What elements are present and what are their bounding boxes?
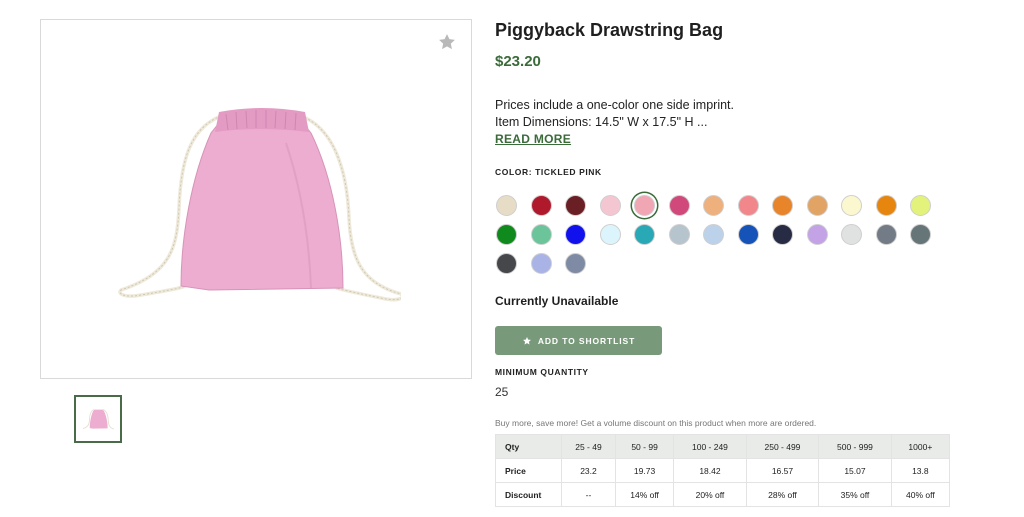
color-swatch[interactable] <box>737 195 759 216</box>
table-cell: 16.57 <box>745 458 820 483</box>
color-swatch[interactable] <box>496 224 517 245</box>
table-header-cell: 500 - 999 <box>818 434 892 459</box>
table-header-cell: 250 - 499 <box>745 434 820 459</box>
color-swatch[interactable] <box>703 195 724 216</box>
table-row: Discount -- 14% off 20% off 28% off 35% … <box>495 482 951 507</box>
favorite-star-icon[interactable] <box>437 32 457 52</box>
table-cell: 19.73 <box>614 458 675 483</box>
minimum-quantity-label: MINIMUM QUANTITY <box>495 367 589 377</box>
table-header-cell: 1000+ <box>890 434 951 459</box>
table-cell: 28% off <box>745 482 820 507</box>
table-cell: 14% off <box>614 482 675 507</box>
color-swatch[interactable] <box>910 224 931 245</box>
color-swatch[interactable] <box>910 195 931 216</box>
description-line: Item Dimensions: 14.5" W x 17.5" H ... <box>495 115 708 129</box>
table-header-row: Qty 25 - 49 50 - 99 100 - 249 250 - 499 … <box>495 434 951 459</box>
product-image-gallery <box>40 19 472 379</box>
color-swatch[interactable] <box>772 195 793 216</box>
table-header-cell: 100 - 249 <box>673 434 747 459</box>
color-swatch[interactable] <box>668 224 690 245</box>
color-swatch[interactable] <box>530 195 552 216</box>
table-cell: 18.42 <box>673 458 747 483</box>
color-swatch[interactable] <box>772 224 793 245</box>
description-line: Prices include a one-color one side impr… <box>495 98 735 112</box>
star-icon <box>522 336 531 345</box>
volume-discount-note: Buy more, save more! Get a volume discou… <box>495 418 817 428</box>
product-thumbnail[interactable] <box>74 395 122 443</box>
table-cell: 13.8 <box>890 458 951 483</box>
color-swatch[interactable] <box>737 224 759 245</box>
table-cell: 20% off <box>673 482 747 507</box>
table-cell: -- <box>561 482 616 507</box>
product-description: Prices include a one-color one side impr… <box>495 97 734 131</box>
color-swatch[interactable] <box>565 195 586 216</box>
table-cell: 35% off <box>818 482 892 507</box>
color-swatch[interactable] <box>806 224 828 245</box>
color-label: COLOR: TICKLED PINK <box>495 167 602 177</box>
read-more-link[interactable]: READ MORE <box>495 132 571 146</box>
table-row: Price 23.2 19.73 18.42 16.57 15.07 13.8 <box>495 458 951 483</box>
table-header-cell: 50 - 99 <box>614 434 675 459</box>
volume-pricing-table: Qty 25 - 49 50 - 99 100 - 249 250 - 499 … <box>495 434 951 507</box>
color-swatch[interactable] <box>496 195 517 216</box>
add-to-shortlist-button[interactable]: ADD TO SHORTLIST <box>495 326 662 355</box>
color-swatch[interactable] <box>806 195 828 216</box>
product-main-image <box>118 108 401 302</box>
color-swatch[interactable] <box>565 253 586 274</box>
availability-status: Currently Unavailable <box>495 294 619 308</box>
color-swatch[interactable] <box>875 224 897 245</box>
table-cell: 15.07 <box>818 458 892 483</box>
color-swatch[interactable] <box>634 224 655 245</box>
color-swatch[interactable] <box>599 195 621 216</box>
color-swatch[interactable] <box>703 224 724 245</box>
color-swatch[interactable] <box>875 195 897 216</box>
color-swatch[interactable] <box>565 224 586 245</box>
table-cell: 23.2 <box>561 458 616 483</box>
color-swatch[interactable] <box>496 253 517 274</box>
table-header-cell: 25 - 49 <box>561 434 616 459</box>
table-header-cell: Qty <box>495 434 562 459</box>
color-swatch[interactable] <box>530 253 552 274</box>
thumbnail-image <box>82 408 114 430</box>
color-swatch[interactable] <box>634 195 655 216</box>
color-swatch[interactable] <box>841 195 862 216</box>
table-cell: Price <box>495 458 562 483</box>
product-title: Piggyback Drawstring Bag <box>495 20 724 40</box>
table-cell: 40% off <box>890 482 951 507</box>
shortlist-button-label: ADD TO SHORTLIST <box>537 335 636 346</box>
product-price: $23.20 <box>495 53 541 70</box>
color-swatch[interactable] <box>668 195 690 216</box>
color-swatch[interactable] <box>530 224 552 245</box>
table-cell: Discount <box>495 482 562 507</box>
color-swatch[interactable] <box>599 224 621 245</box>
minimum-quantity-value: 25 <box>495 385 509 399</box>
color-swatch[interactable] <box>841 224 862 245</box>
